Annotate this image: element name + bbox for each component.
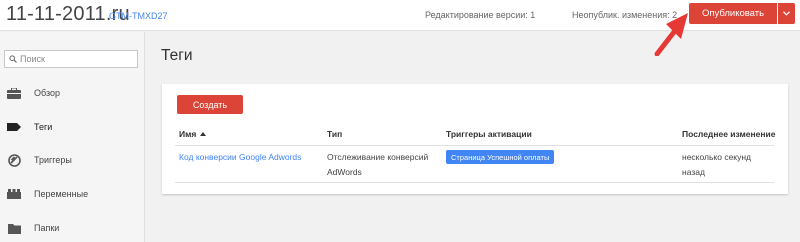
container-id[interactable]: GTM-TMXD27 (109, 11, 168, 21)
column-header-label: Последнее изменение (682, 129, 776, 139)
publish-dropdown-button[interactable] (778, 3, 795, 24)
column-header-name[interactable]: Имя (179, 129, 207, 139)
tag-icon (7, 120, 21, 134)
sidebar-item-folders[interactable]: Папки (0, 216, 144, 240)
last-modified-line1: несколько секунд (682, 152, 752, 162)
create-tag-button[interactable]: Создать (177, 95, 243, 114)
tag-type-line2: AdWords (327, 167, 362, 177)
folder-icon (7, 221, 21, 235)
trigger-icon (7, 153, 21, 167)
sidebar: Обзор Теги Триггеры Переменные Папки (0, 32, 145, 242)
sidebar-item-label: Папки (34, 223, 60, 233)
tag-type-line1: Отслеживание конверсий (327, 152, 429, 162)
top-bar: 11-11-2011.ru GTM-TMXD27 Редактирование … (0, 0, 800, 31)
sidebar-search[interactable] (4, 50, 138, 68)
trigger-chip[interactable]: Страница Успешной оплаты (446, 150, 555, 164)
search-input[interactable] (20, 54, 130, 64)
column-header-label: Тип (327, 129, 343, 139)
page-title: Теги (161, 47, 193, 64)
sidebar-item-label: Переменные (34, 189, 89, 199)
sidebar-item-label: Обзор (34, 88, 60, 98)
sidebar-item-variables[interactable]: Переменные (0, 182, 144, 206)
column-header-label: Имя (179, 129, 197, 139)
column-header-triggers[interactable]: Триггеры активации (446, 129, 532, 139)
table-header-divider (175, 145, 774, 146)
sidebar-item-overview[interactable]: Обзор (0, 81, 144, 105)
column-header-type[interactable]: Тип (327, 129, 342, 139)
sort-ascending-icon (200, 132, 207, 136)
sidebar-item-tags[interactable]: Теги (0, 115, 144, 139)
sidebar-item-triggers[interactable]: Триггеры (0, 148, 144, 172)
sidebar-item-label: Теги (34, 122, 53, 132)
column-header-last-modified[interactable]: Последнее изменение (682, 129, 775, 139)
column-header-label: Триггеры активации (446, 129, 532, 139)
unpublished-changes-label[interactable]: Неопублик. изменения: 2 (572, 10, 677, 20)
blocks-icon (7, 187, 21, 201)
tags-card: Создать Имя Тип Триггеры активации После… (162, 84, 788, 194)
tag-name-link[interactable]: Код конверсии Google Adwords (179, 150, 301, 165)
last-modified-line2: назад (682, 167, 705, 177)
sidebar-item-label: Триггеры (34, 155, 72, 165)
version-label[interactable]: Редактирование версии: 1 (425, 10, 535, 20)
chevron-down-icon (783, 11, 790, 16)
search-icon (9, 55, 17, 63)
publish-button[interactable]: Опубликовать (689, 3, 777, 24)
briefcase-icon (7, 86, 21, 100)
table-row-divider (175, 182, 774, 183)
